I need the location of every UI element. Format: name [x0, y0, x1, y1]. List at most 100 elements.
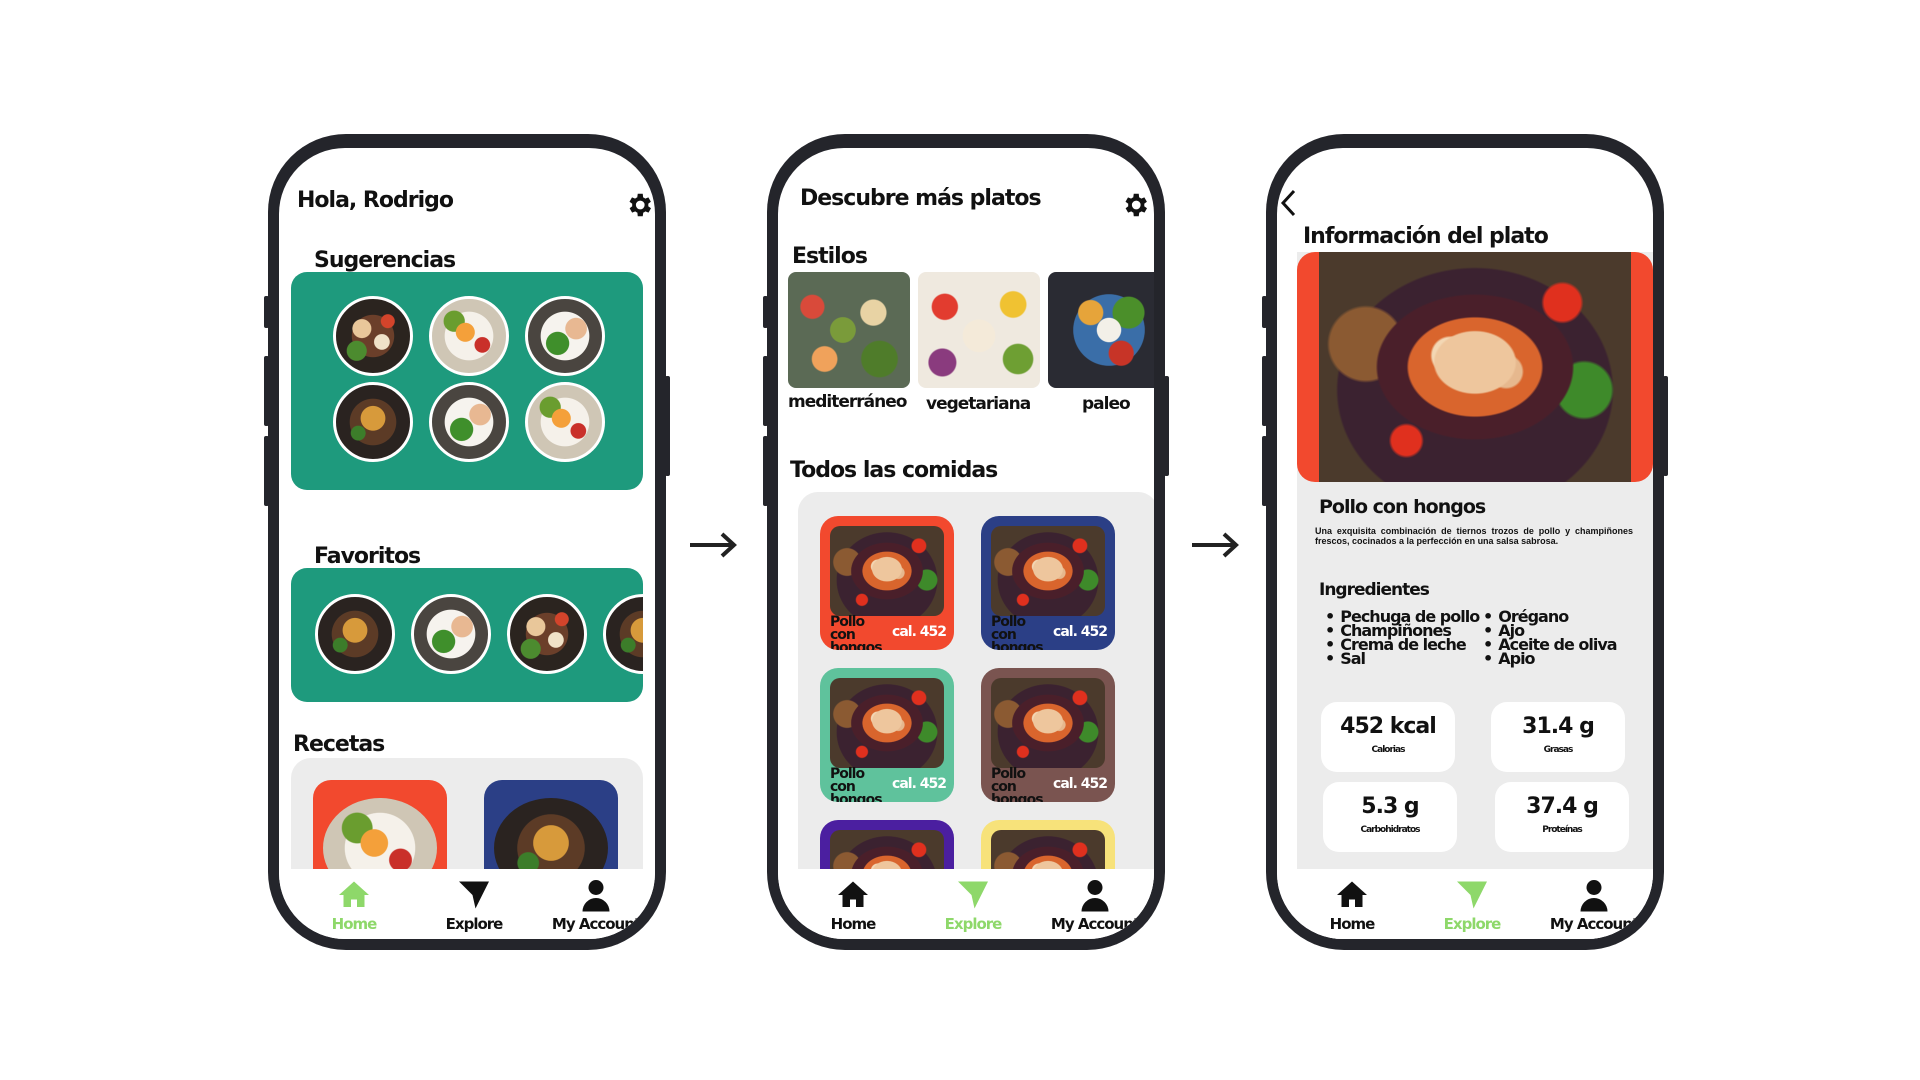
phone-side-button	[1262, 296, 1267, 328]
phone-side-button	[264, 296, 269, 328]
meal-name: Pollo con hongos	[991, 766, 1044, 802]
meal-card-4[interactable]: Pollo con hongos cal. 452	[981, 668, 1115, 802]
section-title-all-meals: Todos las comidas	[790, 458, 998, 483]
nav-explore-label: Explore	[1443, 915, 1502, 933]
phone-side-button	[1262, 356, 1267, 426]
suggestion-dish-4[interactable]	[333, 382, 413, 462]
nav-home-label: Home	[331, 915, 378, 933]
greeting-title: Hola, Rodrigo	[297, 188, 454, 213]
nav-account[interactable]: My Account	[541, 877, 651, 933]
meal-photo	[991, 526, 1105, 616]
nav-home[interactable]: Home	[798, 877, 908, 933]
hero-photo-frame	[1297, 252, 1653, 482]
phone-home: Hola, Rodrigo Sugerencias Favoritos Rece…	[264, 134, 670, 950]
section-title-recipes: Recetas	[293, 732, 385, 757]
meal-card-1[interactable]: Pollo con hongos cal. 452	[820, 516, 954, 650]
style-label-vegetarian: vegetariana	[926, 394, 1031, 414]
explore-screen: Descubre más platos Estilos mediterráneo…	[778, 148, 1154, 939]
nutrition-value: 37.4 g	[1526, 794, 1599, 819]
ingredients-list-right: Orégano Ajo Aceite de oliva Apio	[1483, 609, 1617, 667]
bottom-nav: Home Explore My Account	[778, 869, 1154, 939]
suggestion-dish-5[interactable]	[429, 382, 509, 462]
bottom-nav: Home Explore My Account	[279, 869, 655, 939]
favorite-dish-2[interactable]	[411, 594, 491, 674]
section-title-favorites: Favoritos	[314, 544, 421, 569]
nutrition-card-calories: 452 kcal Calorias	[1321, 702, 1455, 772]
nav-account-label: My Account	[1549, 915, 1639, 933]
dish-name: Pollo con hongos	[1319, 496, 1486, 518]
nav-account-label: My Account	[551, 915, 641, 933]
phone-side-button	[763, 436, 768, 506]
nav-home[interactable]: Home	[1297, 877, 1407, 933]
style-photo-vegetarian	[918, 272, 1040, 388]
phone-side-button	[763, 356, 768, 426]
meal-name: Pollo con hongos	[991, 614, 1044, 650]
style-photo-paleo	[1048, 272, 1154, 388]
account-icon	[1580, 880, 1608, 912]
phone-side-button	[1164, 376, 1169, 476]
nutrition-card-fat: 31.4 g Grasas	[1491, 702, 1625, 772]
nutrition-label: Grasas	[1543, 745, 1574, 755]
explore-icon	[459, 881, 489, 909]
nav-explore[interactable]: Explore	[419, 877, 529, 933]
nav-explore[interactable]: Explore	[918, 877, 1028, 933]
gear-icon[interactable]	[624, 190, 654, 220]
right-arrow-icon	[1192, 532, 1239, 558]
meal-calories: cal. 452	[1053, 776, 1108, 792]
home-icon	[838, 881, 868, 907]
right-arrow-icon	[690, 532, 737, 558]
favorite-dish-1[interactable]	[315, 594, 395, 674]
back-arrow-icon[interactable]	[1279, 188, 1297, 218]
meal-name: Pollo con hongos	[830, 766, 883, 802]
phone-side-button	[264, 436, 269, 506]
explore-title: Descubre más platos	[800, 186, 1042, 211]
gear-icon[interactable]	[1120, 190, 1150, 220]
phone-side-button	[665, 376, 670, 476]
favorite-dish-4[interactable]	[603, 594, 643, 674]
suggestions-panel	[291, 272, 643, 490]
meal-calories: cal. 452	[892, 776, 947, 792]
section-title-suggestions: Sugerencias	[314, 248, 456, 273]
favorites-panel	[291, 568, 643, 702]
ingredients-title: Ingredientes	[1319, 580, 1430, 600]
nutrition-label: Proteínas	[1542, 825, 1583, 835]
ingredient-item: Apio	[1483, 651, 1617, 667]
suggestion-dish-1[interactable]	[333, 296, 413, 376]
phone-side-button	[763, 296, 768, 328]
phone-side-button	[1663, 376, 1668, 476]
suggestion-dish-3[interactable]	[525, 296, 605, 376]
meal-card-2[interactable]: Pollo con hongos cal. 452	[981, 516, 1115, 650]
meal-calories: cal. 452	[1053, 624, 1108, 640]
suggestion-dish-2[interactable]	[429, 296, 509, 376]
favorite-dish-3[interactable]	[507, 594, 587, 674]
phone-detail: Información del plato Pollo con hongos U…	[1262, 134, 1668, 950]
ingredient-item: Sal	[1325, 651, 1479, 667]
phone-side-button	[264, 356, 269, 426]
hero-photo	[1319, 252, 1631, 482]
nav-account-label: My Account	[1050, 915, 1140, 933]
home-screen: Hola, Rodrigo Sugerencias Favoritos Rece…	[279, 148, 655, 939]
nav-explore-label: Explore	[944, 915, 1003, 933]
style-photo-mediterranean	[788, 272, 910, 388]
nutrition-value: 452 kcal	[1340, 714, 1437, 739]
nutrition-label: Calorias	[1371, 745, 1406, 755]
meal-photo	[991, 678, 1105, 768]
nav-home[interactable]: Home	[299, 877, 409, 933]
nutrition-card-protein: 37.4 g Proteínas	[1495, 782, 1629, 852]
explore-icon	[1457, 881, 1487, 909]
meal-card-3[interactable]: Pollo con hongos cal. 452	[820, 668, 954, 802]
suggestion-dish-6[interactable]	[525, 382, 605, 462]
section-title-styles: Estilos	[792, 244, 868, 269]
account-icon	[582, 880, 610, 912]
nav-home-label: Home	[1329, 915, 1376, 933]
nav-account[interactable]: My Account	[1040, 877, 1150, 933]
nutrition-card-carbs: 5.3 g Carbohidratos	[1323, 782, 1457, 852]
bottom-nav: Home Explore My Account	[1277, 869, 1653, 939]
phone-explore: Descubre más platos Estilos mediterráneo…	[763, 134, 1169, 950]
nav-explore[interactable]: Explore	[1417, 877, 1527, 933]
nav-account[interactable]: My Account	[1539, 877, 1649, 933]
explore-icon	[958, 881, 988, 909]
detail-screen: Información del plato Pollo con hongos U…	[1277, 148, 1653, 939]
nutrition-label: Carbohidratos	[1360, 825, 1420, 835]
nav-home-label: Home	[830, 915, 877, 933]
